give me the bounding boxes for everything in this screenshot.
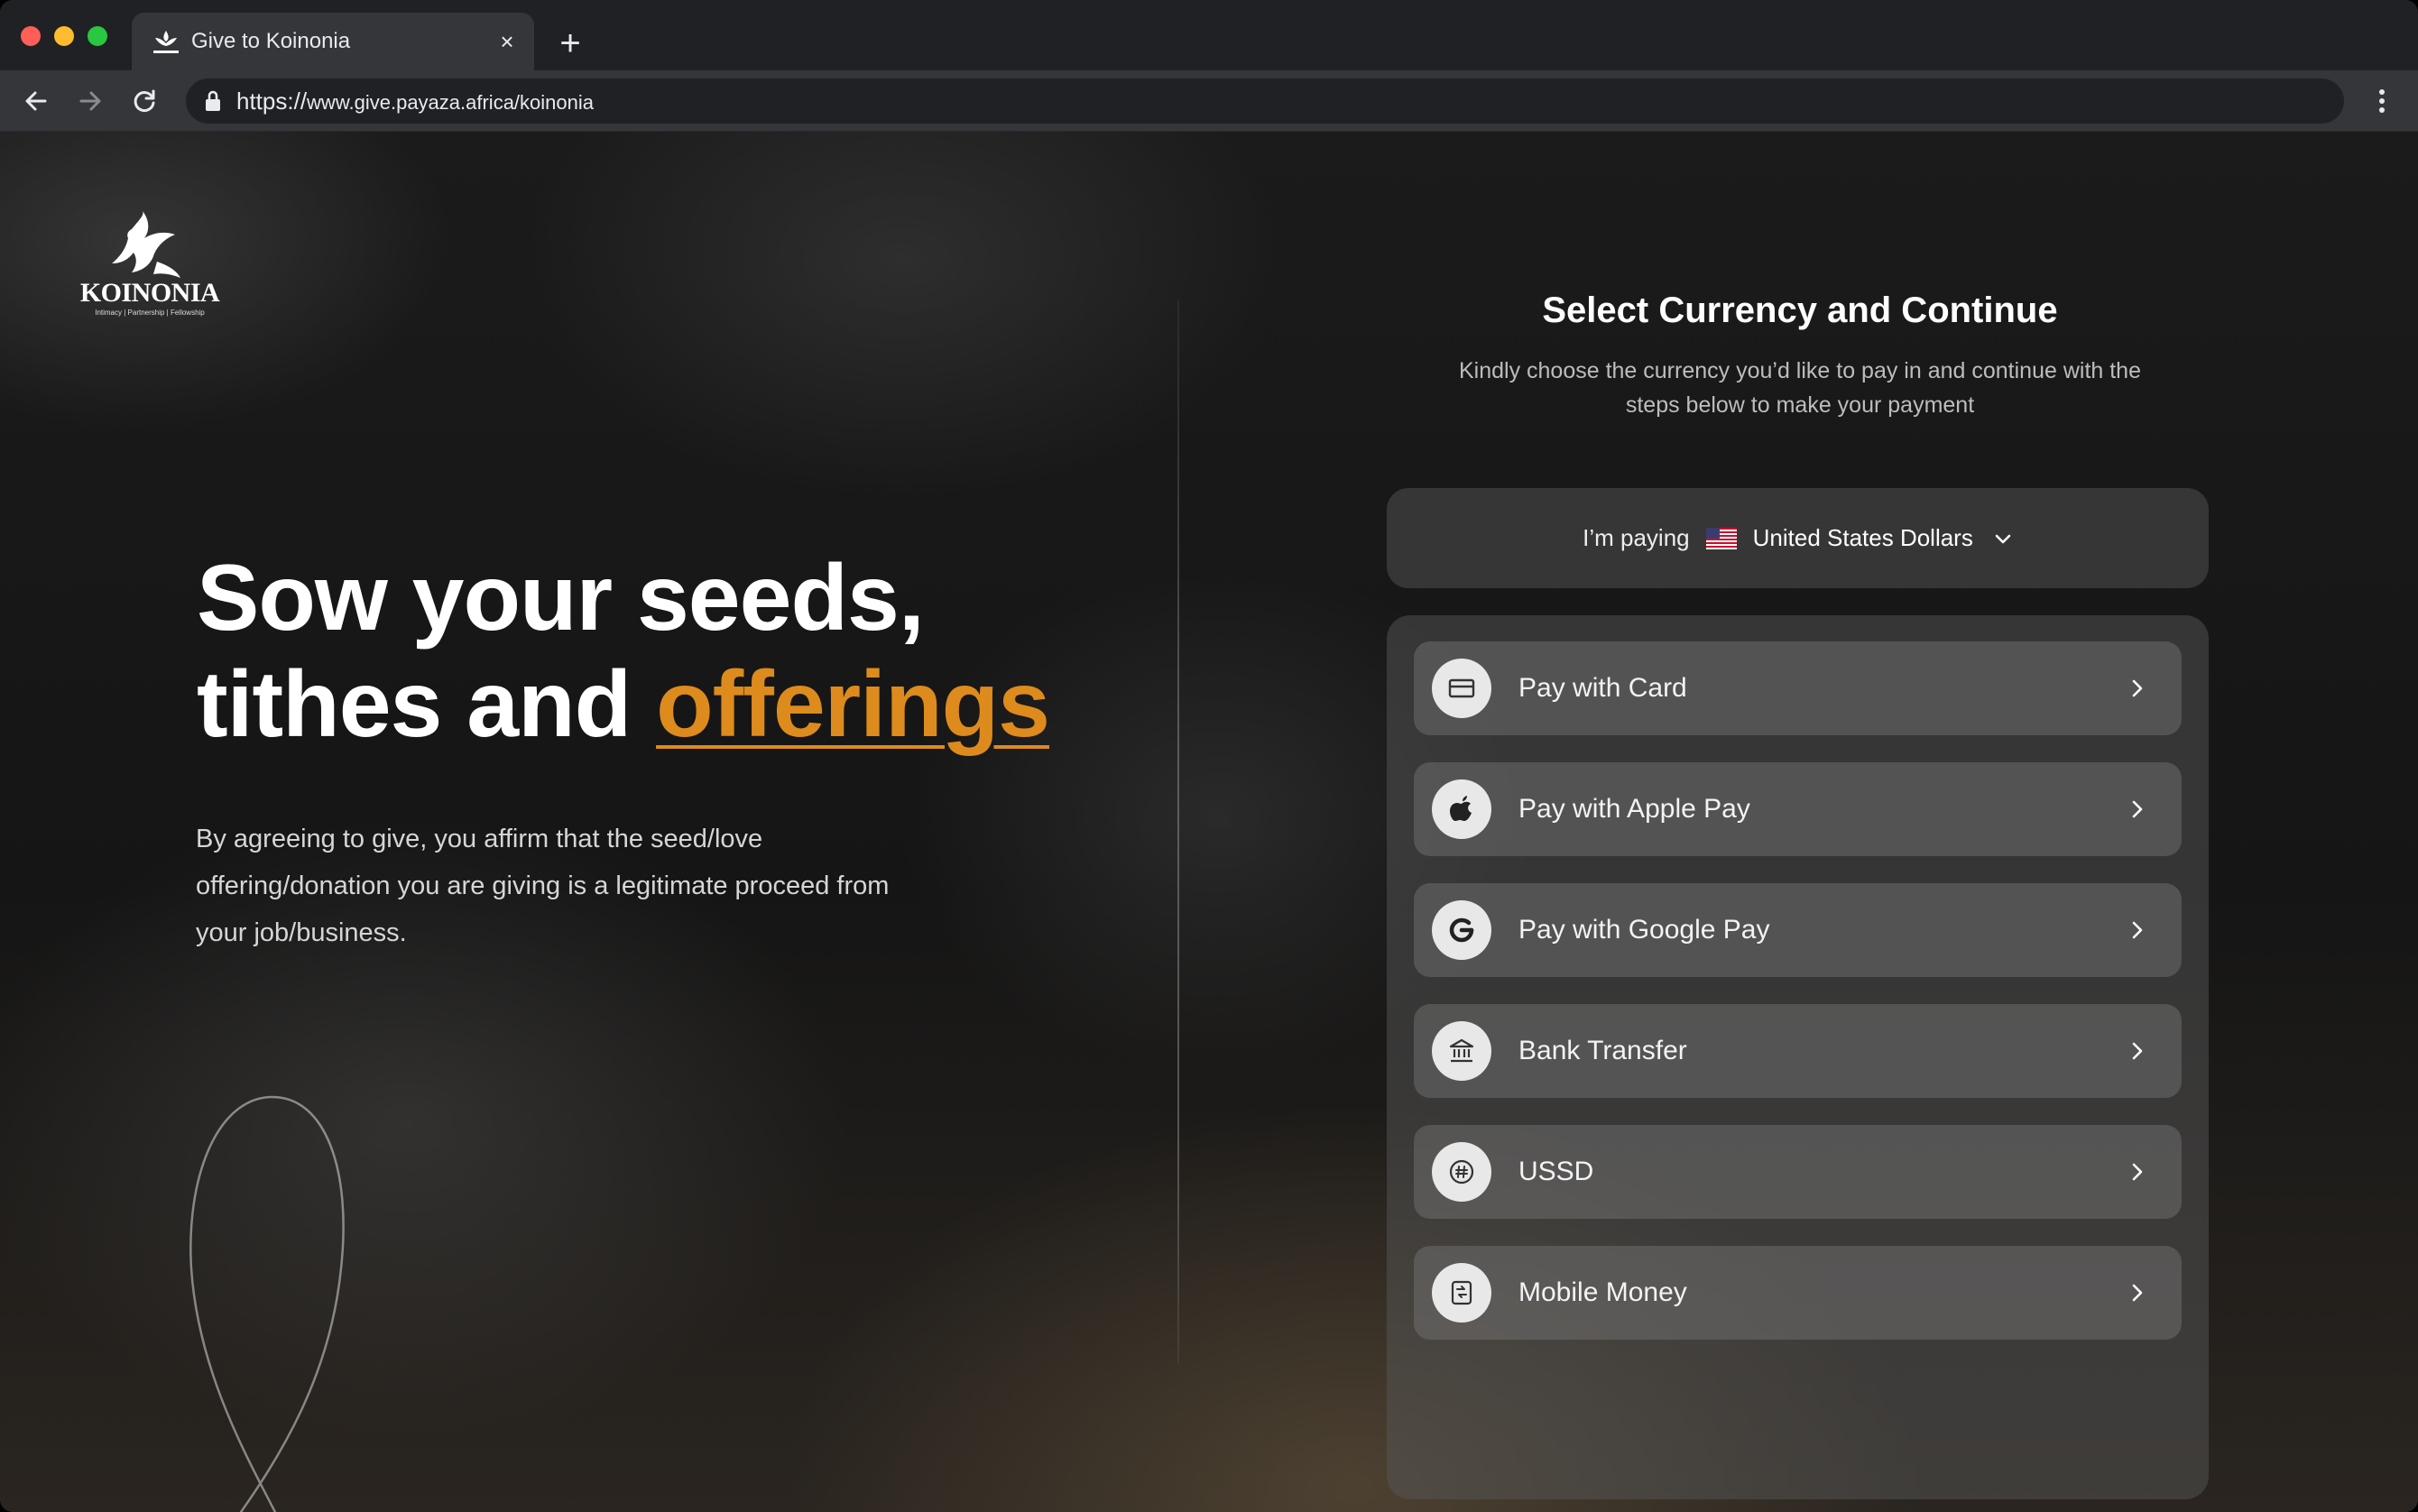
arrow-left-icon (25, 91, 47, 111)
decorative-loop (189, 1095, 345, 1512)
chevron-right-icon (2132, 679, 2143, 697)
browser-menu-button[interactable] (2367, 83, 2396, 119)
chevron-right-icon (2132, 1042, 2143, 1060)
hero-headline: Sow your seeds, tithes and offerings (197, 545, 1050, 758)
vertical-divider (1177, 300, 1179, 1364)
method-label: Pay with Apple Pay (1518, 794, 1750, 824)
method-label: Pay with Card (1518, 673, 1687, 703)
hero-description: By agreeing to give, you affirm that the… (196, 825, 890, 947)
mobile-money-icon (1432, 1263, 1491, 1323)
chevron-right-icon (2132, 921, 2143, 939)
method-label: USSD (1518, 1157, 1594, 1186)
pay-with-google-pay-button[interactable]: Pay with Google Pay (1414, 883, 2182, 977)
browser-toolbar: https://www.give.payaza.africa/koinonia (0, 70, 2418, 132)
more-vertical-icon (2379, 89, 2385, 113)
chevron-right-icon (2132, 1284, 2143, 1302)
koinonia-logo[interactable]: KOINONIA Intimacy | Partnership | Fellow… (78, 211, 222, 328)
method-label: Bank Transfer (1518, 1036, 1687, 1065)
arrow-right-icon (79, 91, 101, 111)
koinonia-favicon-icon (153, 31, 179, 53)
hero-accent-word: offerings (656, 652, 1050, 757)
ussd-button[interactable]: USSD (1414, 1125, 2182, 1219)
close-window-button[interactable] (21, 26, 41, 46)
minimize-window-button[interactable] (54, 26, 74, 46)
method-label: Mobile Money (1518, 1277, 1687, 1307)
apple-icon (1432, 779, 1491, 839)
mobile-money-button[interactable]: Mobile Money (1414, 1246, 2182, 1340)
maximize-window-button[interactable] (88, 26, 107, 46)
tab-title: Give to Koinonia (191, 29, 351, 53)
tab-close-icon[interactable]: × (493, 27, 521, 56)
browser-window: Give to Koinonia × + https://www.give.pa… (0, 0, 2418, 1512)
payment-methods-card: Pay with Card Pay with Apple Pay Pay wit… (1387, 615, 2209, 1499)
forward-button[interactable] (72, 83, 108, 119)
google-icon (1432, 900, 1491, 960)
bank-icon (1432, 1021, 1491, 1081)
chevron-right-icon (2132, 800, 2143, 818)
currency-value: United States Dollars (1752, 524, 1973, 551)
logo-wordmark: KOINONIA (79, 278, 220, 308)
url-scheme: https:// (236, 88, 308, 115)
reload-button[interactable] (126, 83, 162, 119)
url-text: https://www.give.payaza.africa/koinonia (236, 88, 594, 116)
hash-icon (1432, 1142, 1491, 1202)
dove-icon (112, 211, 180, 278)
chevron-down-icon (1995, 534, 2011, 543)
pay-with-card-button[interactable]: Pay with Card (1414, 641, 2182, 735)
currency-label: I’m paying (1583, 524, 1690, 551)
reload-icon (134, 89, 155, 112)
panel-subtitle: Kindly choose the currency you’d like to… (1458, 358, 2141, 418)
new-tab-button[interactable]: + (552, 25, 588, 61)
hero-line-2-prefix: tithes and (197, 652, 657, 757)
url-host: www.give.payaza.africa/koinonia (307, 91, 594, 114)
logo-tagline: Intimacy | Partnership | Fellowship (95, 309, 205, 317)
lock-icon (206, 90, 220, 111)
bank-transfer-button[interactable]: Bank Transfer (1414, 1004, 2182, 1098)
pay-with-apple-pay-button[interactable]: Pay with Apple Pay (1414, 762, 2182, 856)
panel-title: Select Currency and Continue (1542, 290, 2058, 330)
page-content: KOINONIA Intimacy | Partnership | Fellow… (0, 132, 2418, 1512)
chevron-right-icon (2132, 1163, 2143, 1181)
hero-line-1: Sow your seeds, (197, 546, 925, 650)
currency-selector[interactable]: I’m paying United States Dollars (1387, 488, 2209, 588)
browser-tab[interactable]: Give to Koinonia × (132, 13, 534, 70)
method-label: Pay with Google Pay (1518, 915, 1770, 945)
back-button[interactable] (18, 83, 54, 119)
card-icon (1432, 659, 1491, 718)
us-flag-icon (1705, 527, 1737, 549)
address-bar[interactable]: https://www.give.payaza.africa/koinonia (186, 78, 2344, 124)
tab-bar: Give to Koinonia × + (0, 0, 2418, 70)
